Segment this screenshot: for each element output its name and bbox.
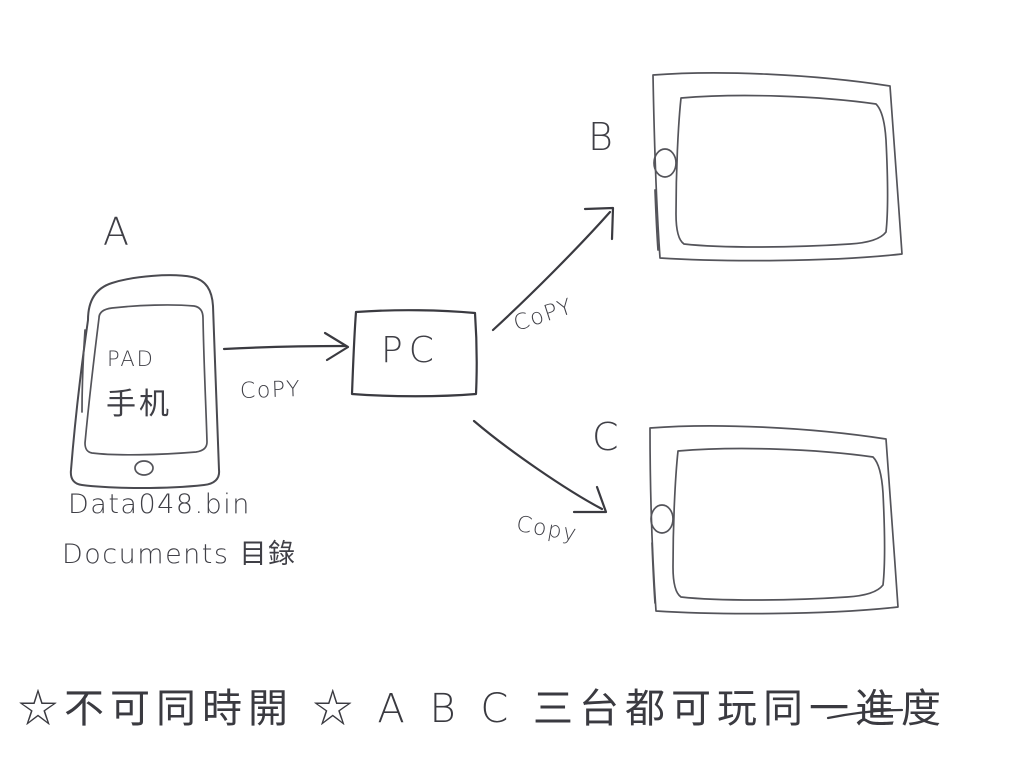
device-c-label: C xyxy=(592,415,620,459)
folder-path-note: Documents 目錄 xyxy=(62,539,297,570)
whiteboard-canvas: A PAD 手机 PC B C CoPY CoPY Copy Data048.b… xyxy=(0,0,1024,768)
device-a-screen-line1: PAD xyxy=(107,347,155,371)
file-name-note: Data048.bin xyxy=(68,489,251,520)
pc-label: PC xyxy=(381,330,440,371)
arrow-a-to-pc xyxy=(222,331,350,362)
device-b-label: B xyxy=(588,115,614,159)
bottom-annotation: ☆不可同時開 ☆ A B C 三台都可玩同一進度 xyxy=(18,686,948,732)
device-c-tablet xyxy=(649,425,899,615)
arrow-pc-to-c xyxy=(472,419,608,514)
device-a-screen-line2: 手机 xyxy=(106,387,172,422)
copy-label-a-to-pc: CoPY xyxy=(239,376,302,405)
device-a-label: A xyxy=(103,210,130,254)
device-b-tablet xyxy=(652,72,903,262)
